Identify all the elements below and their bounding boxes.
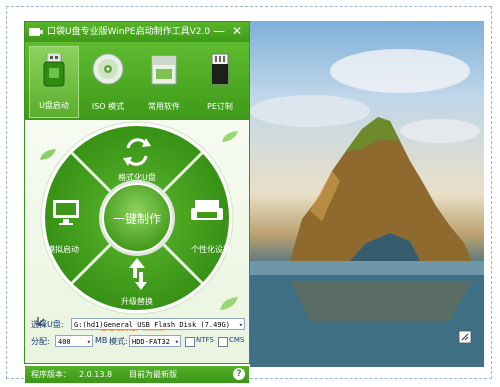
one-click-make-button[interactable]: 一键制作	[105, 210, 169, 227]
mode-value: HDD-FAT32	[132, 338, 170, 346]
one-click-make-label: 一键制作	[112, 212, 161, 226]
personalize-label: 个性化设置	[191, 245, 231, 254]
ntfs-checkbox[interactable]	[185, 337, 195, 347]
alloc-size-value: 400	[58, 338, 71, 346]
sd-card-icon	[211, 53, 229, 85]
upgrade-replace-label: 升级替换	[121, 297, 153, 306]
mode-label: 模式:	[109, 337, 128, 346]
window-title: 口袋U盘专业版WinPE启动制作工具V2.0	[47, 27, 211, 37]
tab-common-software-label: 常用软件	[148, 102, 180, 111]
version-value: 2.0.13.8	[79, 370, 113, 379]
ntfs-label: NTFS	[196, 336, 214, 344]
alloc-size-select[interactable]: 400 ▾	[55, 335, 93, 347]
simulate-boot-button[interactable]: 模拟启动	[43, 244, 83, 255]
chevron-down-icon: ▾	[86, 338, 91, 346]
status-bar: 程序版本： 2.0.13.8 目前为最新版 ?	[25, 366, 249, 383]
format-usb-label: 格式化U盘	[118, 173, 156, 182]
tab-iso-mode-label: ISO 模式	[91, 102, 125, 111]
tab-pe-custom[interactable]: PE订制	[195, 46, 245, 118]
app-window: 口袋U盘专业版WinPE启动制作工具V2.0 — ✕ U盘启动 ISO 模式 常…	[24, 21, 250, 383]
chevron-down-icon: ▾	[174, 338, 179, 346]
cms-checkbox[interactable]	[218, 337, 228, 347]
tab-common-software[interactable]: 常用软件	[139, 46, 189, 118]
software-box-icon	[151, 55, 177, 85]
usb-disk-select[interactable]: G:(hd1)General USB Flash Disk (7.49G) ▾	[71, 318, 245, 330]
update-status: 目前为最新版	[129, 370, 177, 379]
close-button[interactable]: ✕	[229, 24, 245, 39]
disc-icon	[92, 53, 124, 85]
cms-label: CMS	[229, 336, 245, 344]
tab-pe-custom-label: PE订制	[207, 102, 233, 111]
mode-select[interactable]: HDD-FAT32 ▾	[129, 335, 181, 347]
usb-disk-value: G:(hd1)General USB Flash Disk (7.49G)	[74, 321, 230, 329]
usb-drive-icon	[29, 28, 43, 36]
title-bar[interactable]: 口袋U盘专业版WinPE启动制作工具V2.0 — ✕	[25, 22, 249, 42]
minimize-button[interactable]: —	[211, 24, 227, 39]
tab-usb-boot-label: U盘启动	[39, 101, 69, 110]
version-label: 程序版本：	[31, 370, 71, 379]
simulate-boot-label: 模拟启动	[47, 245, 79, 254]
chevron-down-icon: ▾	[238, 321, 243, 329]
usb-select-label: 选择U盘:	[31, 320, 64, 329]
desktop-wallpaper	[250, 21, 484, 367]
help-button[interactable]: ?	[233, 368, 245, 380]
tab-iso-mode[interactable]: ISO 模式	[83, 46, 133, 118]
resize-grip-icon[interactable]	[458, 330, 472, 344]
unit-label: MB	[95, 336, 108, 345]
printer-icon	[191, 200, 223, 220]
main-toolbar: U盘启动 ISO 模式 常用软件 PE订制	[25, 42, 249, 120]
tab-usb-boot[interactable]: U盘启动	[29, 46, 79, 118]
personalize-button[interactable]: 个性化设置	[181, 244, 241, 255]
format-usb-button[interactable]: 格式化U盘	[107, 172, 167, 183]
alloc-label: 分配:	[31, 337, 50, 346]
usb-drive-icon	[43, 53, 65, 87]
upgrade-replace-button[interactable]: 升级替换	[111, 296, 163, 307]
